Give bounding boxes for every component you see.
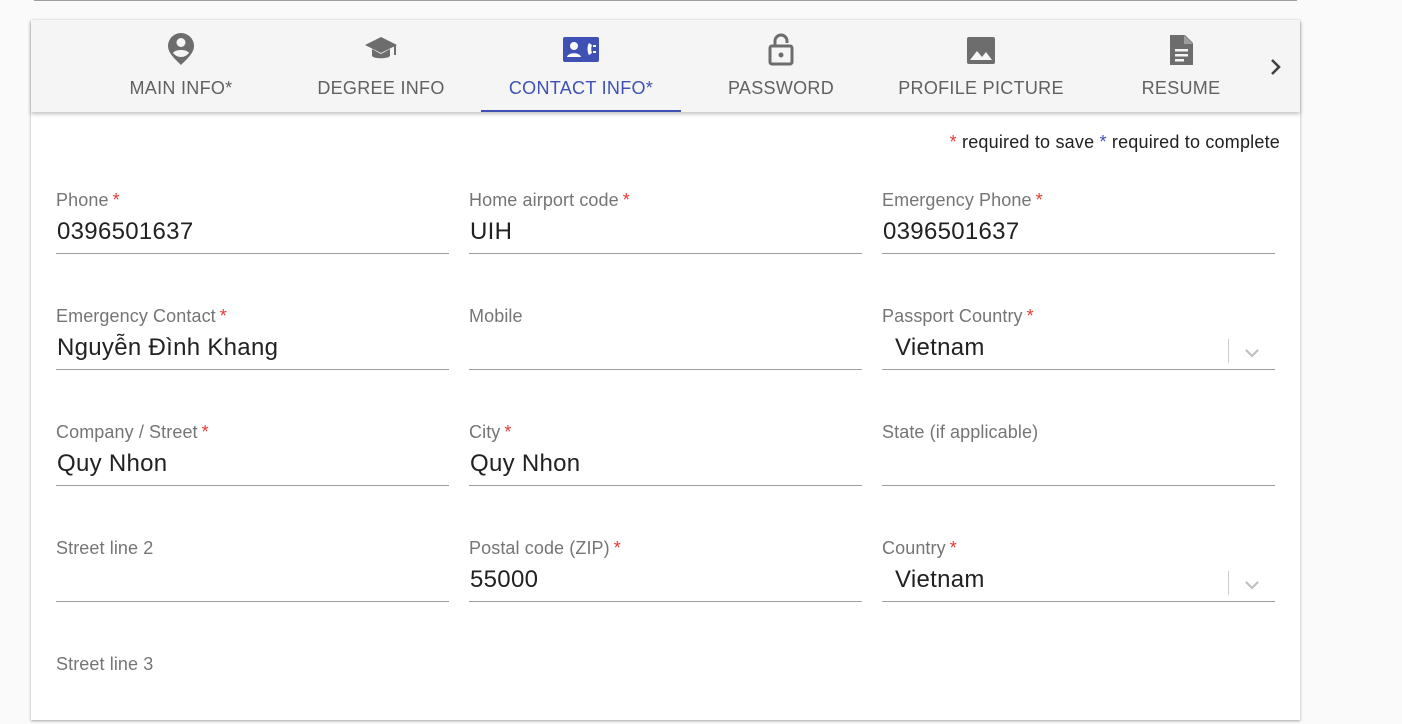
country-select[interactable]: Vietnam xyxy=(895,564,1275,596)
select-separator xyxy=(1228,571,1229,595)
emergency-phone-input[interactable]: 0396501637 xyxy=(883,216,1263,248)
field-underline xyxy=(56,601,449,602)
active-tab-indicator xyxy=(481,110,681,112)
field-label: Emergency Contact * xyxy=(56,306,227,326)
top-divider xyxy=(34,0,1297,1)
field-label: Home airport code * xyxy=(469,190,630,210)
field-underline xyxy=(882,485,1275,486)
field-underline xyxy=(56,369,449,370)
phone-input[interactable]: 0396501637 xyxy=(57,216,437,248)
field-underline xyxy=(56,485,449,486)
tab-bar: MAIN INFO* DEGREE INFO CONTACT INFO* PAS… xyxy=(31,20,1300,112)
required-marker: * xyxy=(1026,306,1034,326)
field-underline xyxy=(469,601,862,602)
tab-label: DEGREE INFO xyxy=(317,78,445,98)
emergency-contact-input[interactable]: Nguyễn Đình Khang xyxy=(57,332,437,364)
field-underline xyxy=(56,253,449,254)
required-save-text: required to save xyxy=(956,132,1100,152)
postal-code-input[interactable]: 55000 xyxy=(470,564,850,596)
tab-label: MAIN INFO* xyxy=(129,78,233,98)
tab-password[interactable]: PASSWORD xyxy=(681,20,881,112)
city-input[interactable]: Quy Nhon xyxy=(470,448,850,480)
field-label: Country * xyxy=(882,538,957,558)
profile-card: MAIN INFO* DEGREE INFO CONTACT INFO* PAS… xyxy=(31,20,1300,720)
state-input[interactable] xyxy=(883,448,1263,480)
passport-country-field[interactable]: Passport Country * Vietnam xyxy=(882,306,1275,376)
contact-phone-icon xyxy=(563,32,599,66)
field-label: State (if applicable) xyxy=(882,422,1039,442)
chevron-down-icon[interactable] xyxy=(1240,341,1264,365)
tab-main-info[interactable]: MAIN INFO* xyxy=(81,20,281,112)
street-line-2-field[interactable]: Street line 2 xyxy=(56,538,449,608)
required-marker: * xyxy=(1035,190,1043,210)
field-underline xyxy=(469,253,862,254)
required-save-marker: * xyxy=(949,132,957,152)
tab-label: CONTACT INFO* xyxy=(508,78,654,98)
mobile-field[interactable]: Mobile xyxy=(469,306,862,376)
phone-field[interactable]: Phone * 0396501637 xyxy=(56,190,449,260)
chevron-right-icon[interactable] xyxy=(1261,52,1291,82)
tab-label: RESUME xyxy=(1141,78,1221,98)
required-marker: * xyxy=(112,190,120,210)
field-label: Passport Country * xyxy=(882,306,1034,326)
home-airport-field[interactable]: Home airport code * UIH xyxy=(469,190,862,260)
tab-contact-info[interactable]: CONTACT INFO* xyxy=(481,20,681,112)
field-label: Postal code (ZIP) * xyxy=(469,538,621,558)
field-label: City * xyxy=(469,422,512,442)
passport-country-select[interactable]: Vietnam xyxy=(895,332,1275,364)
field-underline xyxy=(882,601,1275,602)
required-complete-marker: * xyxy=(1099,132,1107,152)
required-marker: * xyxy=(613,538,621,558)
street-line-3-input[interactable] xyxy=(57,680,437,712)
emergency-phone-field[interactable]: Emergency Phone * 0396501637 xyxy=(882,190,1275,260)
required-complete-text: required to complete xyxy=(1106,132,1280,152)
country-field[interactable]: Country * Vietnam xyxy=(882,538,1275,608)
field-label: Street line 2 xyxy=(56,538,154,558)
account-pin-icon xyxy=(167,32,195,66)
select-separator xyxy=(1228,339,1229,363)
tab-label: PROFILE PICTURE xyxy=(898,78,1064,98)
required-marker: * xyxy=(622,190,630,210)
field-underline xyxy=(469,369,862,370)
emergency-contact-field[interactable]: Emergency Contact * Nguyễn Đình Khang xyxy=(56,306,449,376)
field-label: Phone * xyxy=(56,190,120,210)
required-marker: * xyxy=(504,422,512,442)
company-street-field[interactable]: Company / Street * Quy Nhon xyxy=(56,422,449,492)
postal-code-field[interactable]: Postal code (ZIP) * 55000 xyxy=(469,538,862,608)
field-underline xyxy=(882,253,1275,254)
required-legend: * required to save * required to complet… xyxy=(950,132,1280,153)
state-field[interactable]: State (if applicable) xyxy=(882,422,1275,492)
company-street-input[interactable]: Quy Nhon xyxy=(57,448,437,480)
chevron-down-icon[interactable] xyxy=(1240,573,1264,597)
street-line-2-input[interactable] xyxy=(57,564,437,596)
field-underline xyxy=(882,369,1275,370)
field-underline xyxy=(469,485,862,486)
city-field[interactable]: City * Quy Nhon xyxy=(469,422,862,492)
field-label: Company / Street * xyxy=(56,422,209,442)
required-marker: * xyxy=(949,538,957,558)
field-label: Emergency Phone * xyxy=(882,190,1043,210)
lock-open-icon xyxy=(767,32,795,66)
home-airport-input[interactable]: UIH xyxy=(470,216,850,248)
tab-profile-picture[interactable]: PROFILE PICTURE xyxy=(881,20,1081,112)
field-label: Mobile xyxy=(469,306,523,326)
street-line-3-field[interactable]: Street line 3 xyxy=(56,654,449,724)
required-marker: * xyxy=(201,422,209,442)
tab-resume[interactable]: RESUME xyxy=(1081,20,1281,112)
image-icon xyxy=(967,32,995,66)
document-icon xyxy=(1167,32,1195,66)
graduation-cap-icon xyxy=(365,32,397,66)
tab-label: PASSWORD xyxy=(727,78,835,98)
field-label: Street line 3 xyxy=(56,654,154,674)
tab-degree-info[interactable]: DEGREE INFO xyxy=(281,20,481,112)
mobile-input[interactable] xyxy=(470,332,850,364)
required-marker: * xyxy=(219,306,227,326)
